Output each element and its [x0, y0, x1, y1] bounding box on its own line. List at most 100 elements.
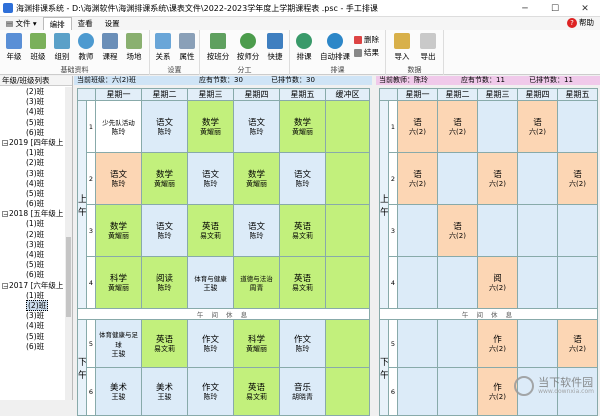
class-lesson-cell[interactable]: 阅读 陈玲 — [141, 256, 188, 309]
tree-expander-icon[interactable]: − — [2, 211, 8, 218]
class-lesson-cell[interactable]: 英语 易文莉 — [279, 256, 326, 309]
class-lesson-cell[interactable]: 语文 陈玲 — [279, 152, 326, 205]
tree-node[interactable]: (5)班 — [0, 189, 66, 199]
tree-node[interactable]: (6)班 — [0, 128, 66, 138]
buffer-cell[interactable] — [325, 152, 370, 205]
teacher-empty-cell[interactable] — [557, 204, 598, 257]
tree-node[interactable]: (3)班 — [0, 97, 66, 107]
tree-scrollbar-thumb[interactable] — [66, 237, 71, 317]
class-lesson-cell[interactable]: 道德与法治 周青 — [233, 256, 280, 309]
teacher-empty-cell[interactable] — [557, 100, 598, 153]
class-lesson-cell[interactable]: 少先队活动 陈玲 — [95, 100, 142, 153]
class-lesson-cell[interactable]: 音乐 胡晓青 — [279, 367, 326, 416]
teacher-lesson-cell[interactable]: 阅六(2) — [477, 256, 518, 309]
help-button[interactable]: ? 帮助 — [567, 17, 594, 28]
delete-button[interactable]: 删除 — [354, 34, 379, 45]
teacher-empty-cell[interactable] — [517, 152, 558, 205]
quick-button[interactable]: 快捷 — [264, 32, 286, 65]
tree-node[interactable]: (6)班 — [0, 270, 66, 280]
tree-node[interactable]: (3)班 — [0, 311, 66, 321]
teacher-lesson-cell[interactable]: 语六(2) — [397, 100, 438, 153]
close-button[interactable]: ✕ — [570, 0, 600, 17]
tree-node[interactable]: −2017 [六年级上 — [0, 281, 66, 291]
tree-expander-icon[interactable]: − — [2, 282, 8, 289]
teacher-empty-cell[interactable] — [437, 152, 478, 205]
teacher-lesson-cell[interactable]: 语六(2) — [557, 319, 598, 368]
tree-node[interactable]: (1)班 — [0, 148, 66, 158]
tree-node[interactable]: −2018 [五年级上 — [0, 209, 66, 219]
class-button[interactable]: 班级 — [27, 32, 49, 65]
class-lesson-cell[interactable]: 作文 陈玲 — [279, 319, 326, 368]
teacher-empty-cell[interactable] — [557, 256, 598, 309]
tab-arrange[interactable]: 编排 — [42, 17, 72, 30]
class-lesson-cell[interactable]: 作文 陈玲 — [187, 319, 234, 368]
assign-by-teacher-button[interactable]: 按师分 — [235, 32, 261, 65]
maximize-button[interactable]: ☐ — [540, 0, 570, 17]
tree-node[interactable]: (2)班 — [0, 299, 66, 311]
teacher-lesson-cell[interactable]: 语六(2) — [517, 100, 558, 153]
tab-view[interactable]: 查看 — [72, 17, 99, 30]
import-button[interactable]: 导入 — [391, 32, 413, 65]
class-lesson-cell[interactable]: 数学 黄耀丽 — [233, 152, 280, 205]
tree-node[interactable]: (5)班 — [0, 118, 66, 128]
teacher-empty-cell[interactable] — [477, 204, 518, 257]
teacher-button[interactable]: 教师 — [75, 32, 97, 65]
class-lesson-cell[interactable]: 语文 陈玲 — [95, 152, 142, 205]
export-button[interactable]: 导出 — [417, 32, 439, 65]
class-lesson-cell[interactable]: 英语 易文莉 — [279, 204, 326, 257]
teacher-empty-cell[interactable] — [477, 100, 518, 153]
buffer-cell[interactable] — [325, 367, 370, 416]
teacher-empty-cell[interactable] — [517, 204, 558, 257]
tab-settings[interactable]: 设置 — [99, 17, 126, 30]
grade-button[interactable]: 年级 — [3, 32, 25, 65]
class-lesson-cell[interactable]: 数学 黄耀丽 — [95, 204, 142, 257]
tree-expander-icon[interactable]: − — [2, 139, 8, 146]
teacher-empty-cell[interactable] — [397, 256, 438, 309]
class-lesson-cell[interactable]: 英语 易文莉 — [233, 367, 280, 416]
teacher-lesson-cell[interactable]: 语六(2) — [477, 152, 518, 205]
teacher-empty-cell[interactable] — [397, 319, 438, 368]
class-lesson-cell[interactable]: 数学 黄耀丽 — [279, 100, 326, 153]
tree-node[interactable]: (4)班 — [0, 250, 66, 260]
buffer-cell[interactable] — [325, 100, 370, 153]
buffer-cell[interactable] — [325, 204, 370, 257]
tree-node[interactable]: (1)班 — [0, 219, 66, 229]
buffer-cell[interactable] — [325, 319, 370, 368]
teacher-empty-cell[interactable] — [397, 204, 438, 257]
course-button[interactable]: 课程 — [99, 32, 121, 65]
tree-node[interactable]: (2)班 — [0, 230, 66, 240]
buffer-cell[interactable] — [325, 256, 370, 309]
venue-button[interactable]: 场地 — [123, 32, 145, 65]
teacher-empty-cell[interactable] — [517, 319, 558, 368]
class-lesson-cell[interactable]: 体育健康与足球 王骏 — [95, 319, 142, 368]
class-lesson-cell[interactable]: 美术 王骏 — [141, 367, 188, 416]
class-lesson-cell[interactable]: 语文 陈玲 — [187, 152, 234, 205]
teacher-empty-cell[interactable] — [437, 256, 478, 309]
class-lesson-cell[interactable]: 科学 黄耀丽 — [233, 319, 280, 368]
teacher-empty-cell[interactable] — [517, 256, 558, 309]
class-lesson-cell[interactable]: 作文 陈玲 — [187, 367, 234, 416]
class-lesson-cell[interactable]: 科学 黄耀丽 — [95, 256, 142, 309]
schedule-button[interactable]: 排课 — [293, 32, 315, 65]
class-lesson-cell[interactable]: 数学 黄耀丽 — [141, 152, 188, 205]
class-lesson-cell[interactable]: 数学 黄耀丽 — [187, 100, 234, 153]
teacher-lesson-cell[interactable]: 语六(2) — [437, 204, 478, 257]
teacher-empty-cell[interactable] — [437, 319, 478, 368]
tree-node[interactable]: (3)班 — [0, 240, 66, 250]
result-button[interactable]: 结果 — [354, 47, 379, 58]
class-lesson-cell[interactable]: 语文 陈玲 — [141, 204, 188, 257]
tree-node[interactable]: (5)班 — [0, 260, 66, 270]
group-button[interactable]: 组别 — [51, 32, 73, 65]
class-lesson-cell[interactable]: 体育与健康 王骏 — [187, 256, 234, 309]
relation-button[interactable]: 关系 — [152, 32, 174, 65]
class-lesson-cell[interactable]: 语文 陈玲 — [233, 100, 280, 153]
class-lesson-cell[interactable]: 美术 王骏 — [95, 367, 142, 416]
assign-by-class-button[interactable]: 按班分 — [205, 32, 231, 65]
class-lesson-cell[interactable]: 英语 易文莉 — [141, 319, 188, 368]
teacher-empty-cell[interactable] — [397, 367, 438, 416]
tree-node[interactable]: (4)班 — [0, 179, 66, 189]
minimize-button[interactable]: ─ — [510, 0, 540, 17]
tree-node[interactable]: (4)班 — [0, 321, 66, 331]
teacher-lesson-cell[interactable]: 语六(2) — [557, 152, 598, 205]
teacher-empty-cell[interactable] — [437, 367, 478, 416]
